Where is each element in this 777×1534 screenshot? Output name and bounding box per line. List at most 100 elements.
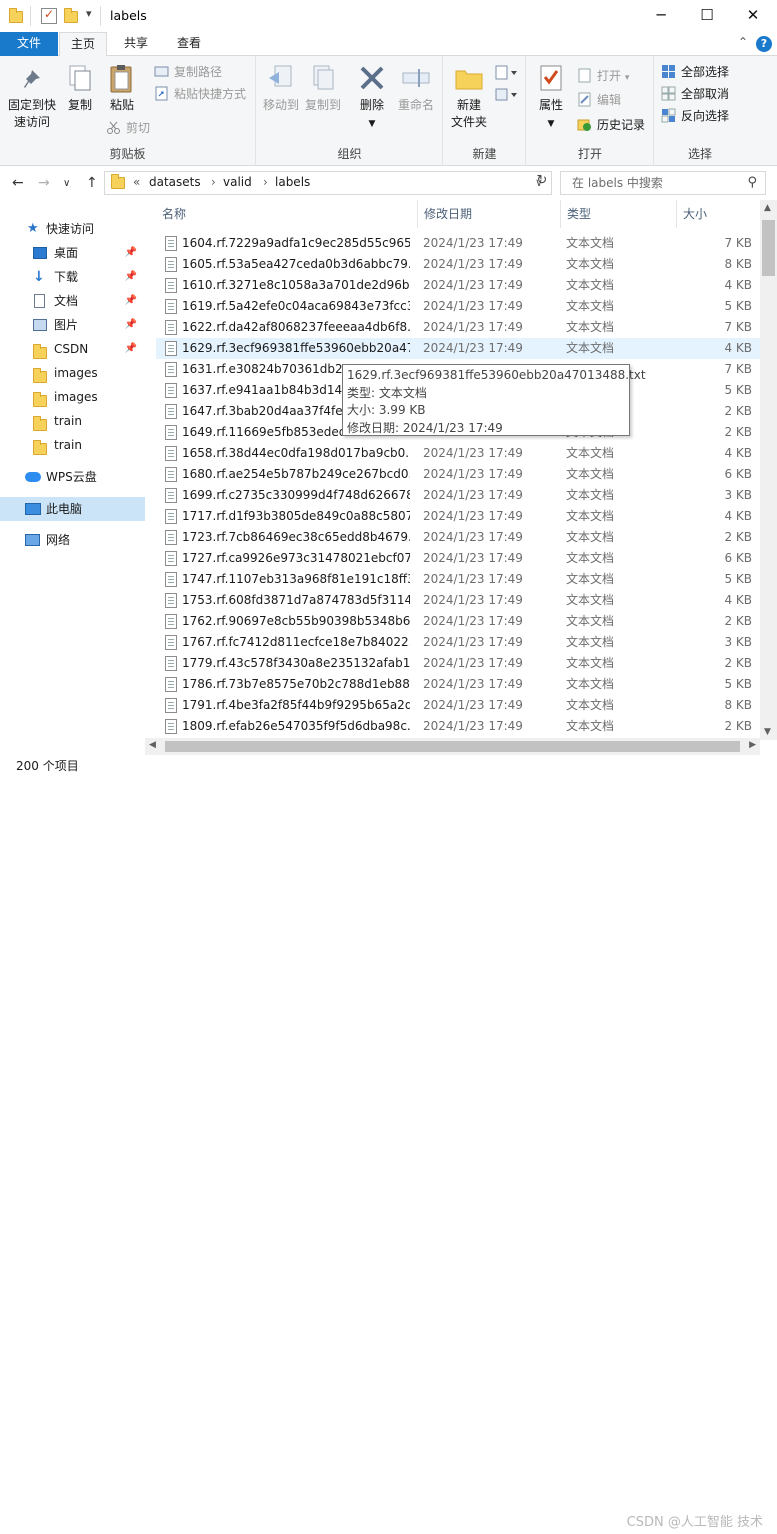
- delete-button[interactable]: 删除 ▼: [355, 62, 389, 133]
- forward-arrow-icon[interactable]: →: [38, 175, 50, 191]
- copy-to-button[interactable]: 复制到: [303, 62, 343, 114]
- nav-item-documents[interactable]: 文档 📌: [0, 289, 145, 313]
- table-row[interactable]: 1779.rf.43c578f3430a8e235132afab1... 2024…: [156, 653, 760, 674]
- pin-icon: [16, 62, 48, 94]
- column-header-date[interactable]: 修改日期: [418, 200, 561, 228]
- breadcrumb-valid[interactable]: valid: [223, 175, 252, 189]
- tab-file[interactable]: 文件: [0, 32, 58, 56]
- table-row[interactable]: 1699.rf.c2735c330999d4f748d626678... 2024…: [156, 485, 760, 506]
- table-row[interactable]: 1747.rf.1107eb313a968f81e191c18ff3... 202…: [156, 569, 760, 590]
- table-row[interactable]: 1727.rf.ca9926e973c31478021ebcf07... 2024…: [156, 548, 760, 569]
- nav-item-csdn[interactable]: CSDN 📌: [0, 337, 145, 361]
- new-folder-button[interactable]: 新建 文件夹: [446, 62, 492, 131]
- qat-dropdown-icon[interactable]: ▾: [86, 7, 92, 20]
- table-row[interactable]: 1717.rf.d1f93b3805de849c0a88c5807... 2024…: [156, 506, 760, 527]
- maximize-button[interactable]: ☐: [684, 0, 730, 32]
- open-button[interactable]: 打开 ▾: [577, 66, 629, 86]
- help-icon[interactable]: ?: [756, 36, 772, 52]
- column-header-size[interactable]: 大小: [677, 200, 760, 228]
- select-all-button[interactable]: 全部选择: [661, 62, 729, 82]
- paste-button[interactable]: 粘贴: [102, 62, 142, 114]
- back-arrow-icon[interactable]: ←: [12, 175, 24, 191]
- copy-icon: [64, 62, 96, 94]
- nav-item-pictures[interactable]: 图片 📌: [0, 313, 145, 337]
- table-row[interactable]: 1786.rf.73b7e8575e70b2c788d1eb88... 2024/…: [156, 674, 760, 695]
- paste-shortcut-button[interactable]: 粘贴快捷方式: [154, 84, 246, 104]
- table-row[interactable]: 1723.rf.7cb86469ec38c65edd8b4679... 2024/…: [156, 527, 760, 548]
- table-row[interactable]: 1619.rf.5a42efe0c04aca69843e73fcc3... 202…: [156, 296, 760, 317]
- refresh-icon[interactable]: ↻: [532, 173, 552, 193]
- properties-button[interactable]: 属性 ▼: [533, 62, 569, 133]
- table-row[interactable]: 1610.rf.3271e8c1058a3a701de2d96b... 2024/…: [156, 275, 760, 296]
- table-row[interactable]: 1605.rf.53a5ea427ceda0b3d6abbc79... 2024/…: [156, 254, 760, 275]
- edit-button[interactable]: 编辑: [577, 90, 621, 110]
- address-bar[interactable]: « datasets › valid › labels ∨: [104, 171, 552, 195]
- text-file-icon: [165, 404, 177, 419]
- nav-this-pc[interactable]: 此电脑: [0, 497, 145, 521]
- vertical-scroll-thumb[interactable]: [762, 220, 775, 276]
- rename-button[interactable]: 重命名: [393, 62, 439, 114]
- text-file-icon: [165, 446, 177, 461]
- invert-selection-button[interactable]: 反向选择: [661, 106, 729, 126]
- scroll-left-icon[interactable]: ◀: [149, 740, 156, 750]
- table-row[interactable]: 1791.rf.4be3fa2f85f44b9f9295b65a2d... 202…: [156, 695, 760, 716]
- horizontal-scrollbar[interactable]: ◀ ▶: [145, 738, 760, 755]
- table-row[interactable]: 1809.rf.efab26e547035f9f5d6dba98c... 2024…: [156, 716, 760, 737]
- breadcrumb-labels[interactable]: labels: [275, 175, 310, 189]
- search-icon[interactable]: ⚲: [747, 172, 757, 194]
- nav-network[interactable]: 网络: [0, 528, 145, 552]
- table-row[interactable]: 1762.rf.90697e8cb55b90398b5348b6... 2024/…: [156, 611, 760, 632]
- nav-item-train[interactable]: train: [0, 433, 145, 457]
- text-file-icon: [165, 299, 177, 314]
- scroll-up-icon[interactable]: ▲: [764, 203, 771, 213]
- easy-access-button[interactable]: [494, 86, 522, 106]
- pin-quick-access-button[interactable]: 固定到快 速访问: [4, 62, 60, 131]
- table-row[interactable]: 1658.rf.38d44ec0dfa198d017ba9cb0... 2024/…: [156, 443, 760, 464]
- column-header-name[interactable]: 名称: [156, 200, 418, 228]
- vertical-scrollbar[interactable]: ▲ ▼: [760, 200, 777, 740]
- table-row[interactable]: 1604.rf.7229a9adfa1c9ec285d55c965... 2024…: [156, 233, 760, 254]
- delete-x-icon: [356, 62, 388, 94]
- new-folder-icon[interactable]: [64, 8, 80, 24]
- address-row: ← → ∨ ↑ « datasets › valid › labels ∨ ↻ …: [0, 168, 777, 198]
- table-row[interactable]: 1753.rf.608fd3871d7a874783d5f3114... 2024…: [156, 590, 760, 611]
- history-button[interactable]: 历史记录: [577, 115, 645, 135]
- properties-check-icon[interactable]: ✓: [41, 7, 57, 24]
- scroll-down-icon[interactable]: ▼: [764, 727, 771, 737]
- collapse-ribbon-icon[interactable]: ⌃: [738, 35, 748, 49]
- file-date: 2024/1/23 17:49: [423, 656, 523, 670]
- move-to-label: 移动到: [262, 98, 299, 112]
- nav-item-images[interactable]: images: [0, 361, 145, 385]
- recent-locations-icon[interactable]: ∨: [63, 178, 70, 189]
- search-input[interactable]: 在 labels 中搜索 ⚲: [560, 171, 766, 195]
- copy-button[interactable]: 复制: [62, 62, 98, 114]
- nav-item-images[interactable]: images: [0, 385, 145, 409]
- navigation-pane: ★ 快速访问 桌面 📌 ↓ 下载 📌 文档 📌 图片 📌 CSDN 📌 imag…: [0, 205, 145, 753]
- nav-item-downloads[interactable]: ↓ 下载 📌: [0, 265, 145, 289]
- tab-share[interactable]: 共享: [113, 32, 159, 56]
- column-header-type[interactable]: 类型: [561, 200, 677, 228]
- close-button[interactable]: ✕: [730, 0, 776, 32]
- table-row[interactable]: 1767.rf.fc7412d811ecfce18e7b84022... 2024…: [156, 632, 760, 653]
- horizontal-scroll-thumb[interactable]: [165, 741, 740, 752]
- file-type: 文本文档: [566, 719, 615, 733]
- move-to-button[interactable]: 移动到: [261, 62, 301, 114]
- select-none-button[interactable]: 全部取消: [661, 84, 729, 104]
- table-row[interactable]: 1629.rf.3ecf969381ffe53960ebb20a47... 202…: [156, 338, 760, 359]
- table-row[interactable]: 1622.rf.da42af8068237feeeaa4db6f8... 2024…: [156, 317, 760, 338]
- tab-view[interactable]: 查看: [164, 32, 214, 56]
- new-item-button[interactable]: [494, 64, 522, 84]
- minimize-button[interactable]: ─: [638, 0, 684, 32]
- up-arrow-icon[interactable]: ↑: [86, 175, 98, 191]
- nav-wps-cloud[interactable]: WPS云盘: [0, 465, 145, 489]
- copy-path-button[interactable]: 复制路径: [154, 62, 222, 82]
- scroll-right-icon[interactable]: ▶: [749, 740, 756, 750]
- breadcrumb-datasets[interactable]: datasets: [149, 175, 201, 189]
- nav-item-train[interactable]: train: [0, 409, 145, 433]
- nav-item-desktop[interactable]: 桌面 📌: [0, 241, 145, 265]
- table-row[interactable]: 1680.rf.ae254e5b787b249ce267bcd0... 2024/…: [156, 464, 760, 485]
- overflow-chevron[interactable]: «: [133, 175, 140, 189]
- nav-quick-access[interactable]: ★ 快速访问: [0, 217, 145, 241]
- cut-button[interactable]: 剪切: [106, 118, 150, 138]
- tab-home[interactable]: 主页: [59, 32, 107, 57]
